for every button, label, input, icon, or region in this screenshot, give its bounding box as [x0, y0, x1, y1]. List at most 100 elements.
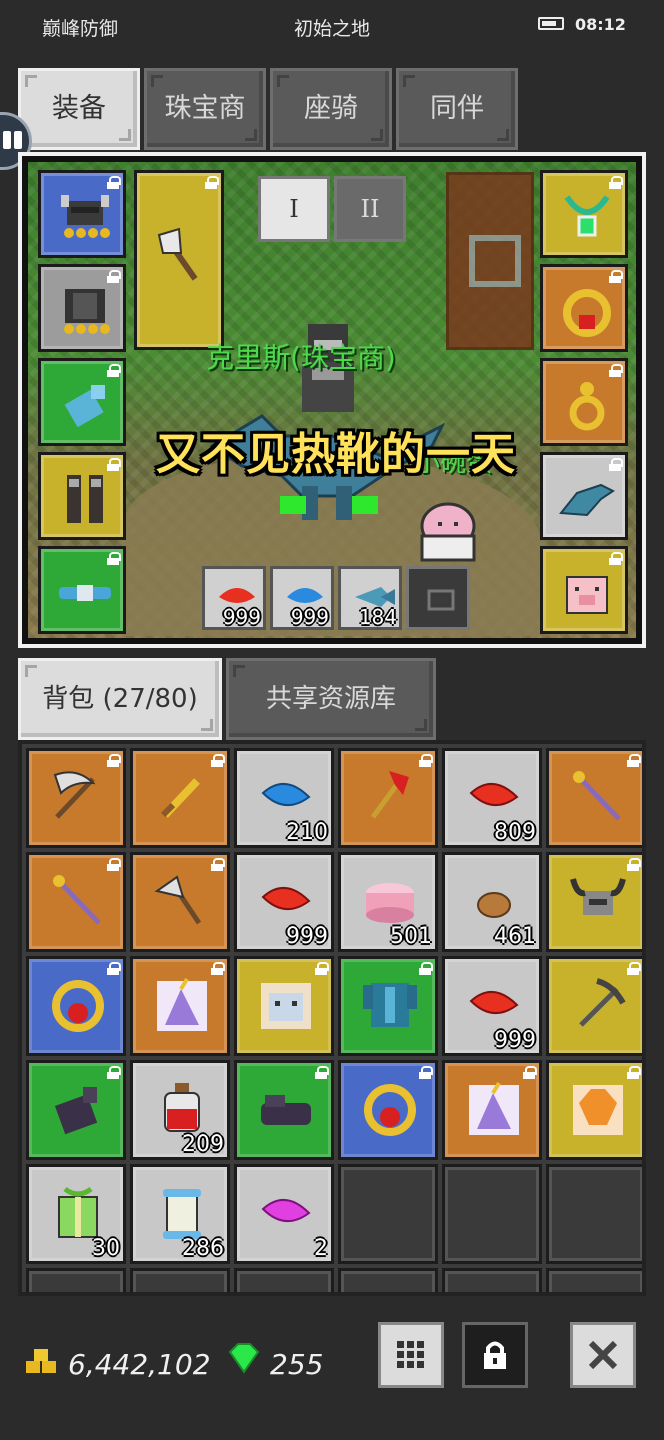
inventory-slot[interactable]: 461	[442, 852, 542, 952]
tab-mount[interactable]: 座骑	[270, 68, 392, 150]
fox-card-icon	[573, 1085, 623, 1135]
consumable-slot[interactable]: 999	[270, 566, 334, 630]
gold-sword-icon	[160, 778, 200, 818]
tab-label: 座骑	[304, 93, 358, 124]
unicorn-card-icon	[469, 1081, 519, 1135]
equip-slot-helmet[interactable]	[38, 170, 126, 258]
lock-icon	[107, 754, 121, 767]
inventory-slot[interactable]	[546, 956, 642, 1056]
tab-shared-storage[interactable]: 共享资源库	[226, 658, 436, 740]
lock-icon	[107, 1066, 121, 1079]
inventory-slot[interactable]	[546, 852, 642, 952]
lock-icon	[627, 754, 641, 767]
inventory-slot[interactable]	[130, 748, 230, 848]
inventory-slot[interactable]	[442, 1060, 542, 1160]
inventory-slot[interactable]: 501	[338, 852, 438, 952]
tab-label: 珠宝商	[164, 93, 246, 124]
item-count: 2	[314, 1236, 328, 1261]
consumable-slot[interactable]: 184	[338, 566, 402, 630]
inventory-slot[interactable]	[546, 748, 642, 848]
item-count: 999	[286, 924, 328, 949]
equip-slot-armor[interactable]	[38, 264, 126, 352]
pet-slot-empty[interactable]	[406, 566, 470, 630]
inventory-slot[interactable]	[234, 956, 334, 1056]
inventory-slot[interactable]	[26, 748, 126, 848]
inventory-slot-empty[interactable]	[338, 1268, 438, 1292]
bottom-bar: 6,442,102 255	[0, 1310, 664, 1410]
lock-icon	[315, 1066, 329, 1079]
consumable-slot[interactable]: 999	[202, 566, 266, 630]
lock-icon	[315, 962, 329, 975]
sort-button[interactable]	[378, 1322, 444, 1388]
staff-icon	[573, 771, 621, 821]
lock-button[interactable]	[462, 1322, 528, 1388]
inventory-slot-empty[interactable]	[546, 1268, 642, 1292]
equip-slot-weapon[interactable]	[134, 170, 224, 350]
ruby-ring-icon	[364, 1084, 416, 1136]
banner-decoration	[446, 172, 534, 350]
inventory-slot[interactable]	[338, 1060, 438, 1160]
inventory-slot[interactable]: 999	[442, 956, 542, 1056]
dark-glove-icon	[54, 1087, 98, 1135]
backpack-panel: 210 809 999 501 461 999 209 30 286 2	[18, 740, 646, 1296]
lock-icon	[627, 858, 641, 871]
inventory-slot-empty[interactable]	[26, 1268, 126, 1292]
egg-pet	[420, 502, 476, 562]
inventory-slot-empty[interactable]	[130, 1268, 230, 1292]
inventory-slot[interactable]	[130, 852, 230, 952]
battery-icon	[538, 17, 564, 30]
item-count: 461	[494, 924, 536, 949]
blue-armor-icon	[363, 983, 417, 1027]
tab-jeweler[interactable]: 珠宝商	[144, 68, 266, 150]
character-scene: I II 克里斯(珠宝商) 小碗蛋 又不见热靴的一天 999 999 184	[18, 152, 646, 648]
red-trident-icon	[370, 771, 409, 819]
ruby-ring-icon	[563, 289, 611, 337]
dark-boots-icon	[261, 1095, 311, 1125]
lock-icon	[627, 962, 641, 975]
inventory-slot[interactable]: 209	[130, 1060, 230, 1160]
inventory-slot[interactable]: 2	[234, 1164, 334, 1264]
inventory-slot[interactable]	[338, 748, 438, 848]
equip-slot-earring[interactable]	[540, 358, 628, 446]
inventory-slot-empty[interactable]	[338, 1164, 438, 1264]
inventory-slot-empty[interactable]	[442, 1268, 542, 1292]
loadout-tab-1[interactable]: I	[258, 176, 330, 242]
inventory-slot[interactable]	[130, 956, 230, 1056]
inventory-slot[interactable]	[26, 852, 126, 952]
inventory-slot-empty[interactable]	[546, 1164, 642, 1264]
inventory-slot[interactable]	[26, 956, 126, 1056]
axe-icon	[154, 875, 202, 925]
equip-slot-ring[interactable]	[540, 264, 628, 352]
lock-icon	[211, 858, 225, 871]
tab-backpack[interactable]: 背包 (27/80)	[18, 658, 222, 740]
lock-icon	[627, 1066, 641, 1079]
item-count: 501	[390, 924, 432, 949]
tab-label: 背包 (27/80)	[42, 684, 198, 714]
equip-slot-mount[interactable]	[540, 452, 628, 540]
lock-icon	[205, 176, 219, 189]
lock-icon	[107, 962, 121, 975]
horned-helmet-icon	[61, 195, 110, 238]
inventory-slot-empty[interactable]	[442, 1164, 542, 1264]
lock-icon	[211, 754, 225, 767]
close-button[interactable]	[570, 1322, 636, 1388]
inventory-slot[interactable]: 210	[234, 748, 334, 848]
inventory-slot[interactable]	[26, 1060, 126, 1160]
equip-slot-pet[interactable]	[540, 546, 628, 634]
inventory-slot[interactable]: 286	[130, 1164, 230, 1264]
inventory-slot[interactable]	[338, 956, 438, 1056]
equip-slot-belt[interactable]	[38, 546, 126, 634]
inventory-slot[interactable]: 999	[234, 852, 334, 952]
status-bar: 巅峰防御 初始之地 08:12	[0, 0, 664, 52]
inventory-slot[interactable]	[234, 1060, 334, 1160]
equip-slot-necklace[interactable]	[540, 170, 628, 258]
tab-equipment[interactable]: 装备	[18, 68, 140, 150]
tab-companion[interactable]: 同伴	[396, 68, 518, 150]
inventory-slot[interactable]: 30	[26, 1164, 126, 1264]
horned-helmet-icon	[570, 878, 626, 915]
inventory-slot[interactable]: 809	[442, 748, 542, 848]
loadout-tab-2[interactable]: II	[334, 176, 406, 242]
inventory-slot[interactable]	[546, 1060, 642, 1160]
gold-coin-icon	[26, 1349, 56, 1373]
inventory-slot-empty[interactable]	[234, 1268, 334, 1292]
